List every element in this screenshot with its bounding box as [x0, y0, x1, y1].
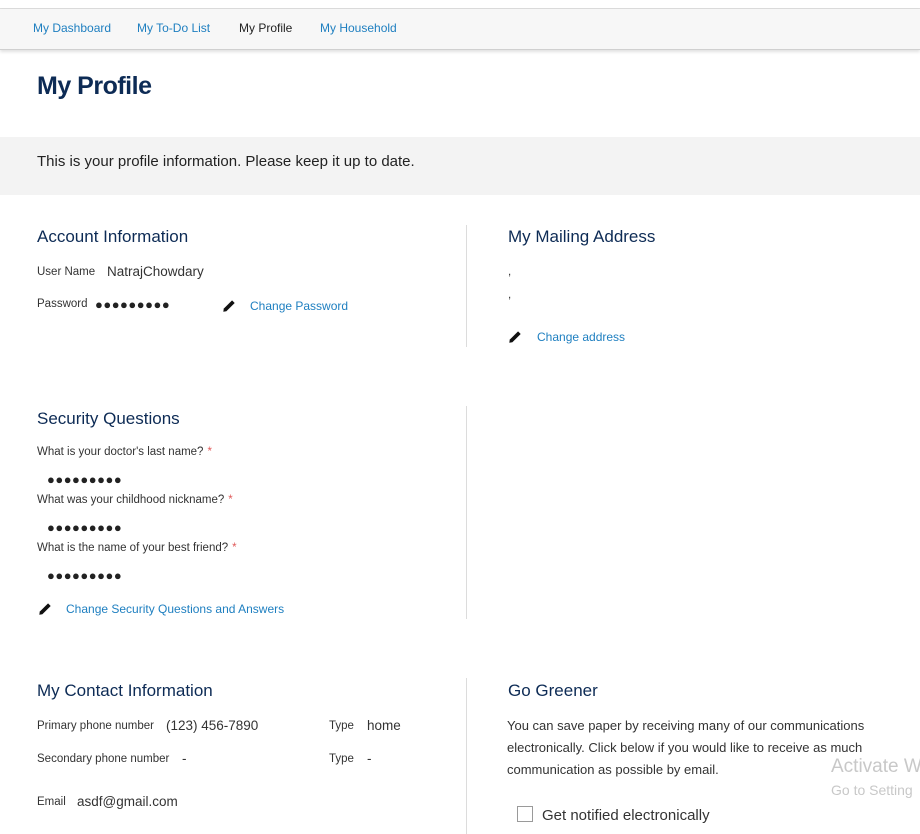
change-address-link[interactable]: Change address — [537, 330, 625, 344]
email-value: asdf@gmail.com — [77, 794, 178, 809]
password-value: ●●●●●●●●● — [95, 297, 171, 312]
notify-electronically-checkbox[interactable] — [517, 806, 533, 822]
top-nav: My Dashboard My To-Do List My Profile My… — [0, 9, 920, 50]
question-text: What was your childhood nickname? — [37, 494, 225, 506]
secondary-phone-label: Secondary phone number — [37, 753, 170, 765]
notify-electronically-label[interactable]: Get notified electronically — [542, 807, 710, 824]
security-answer-1: ●●●●●●●●● — [47, 472, 123, 487]
required-marker: * — [207, 446, 212, 458]
secondary-phone-value: - — [182, 751, 187, 766]
contact-heading: My Contact Information — [37, 681, 213, 700]
username-label: User Name — [37, 266, 96, 278]
required-marker: * — [232, 542, 237, 554]
divider-vertical — [466, 678, 467, 834]
email-label: Email — [37, 796, 66, 808]
nav-my-todo-list[interactable]: My To-Do List — [137, 21, 210, 35]
account-heading: Account Information — [37, 227, 189, 246]
page-title: My Profile — [37, 72, 152, 100]
address-line-2: , — [508, 289, 512, 301]
activation-watermark-sub: Go to Setting — [831, 782, 913, 798]
security-answer-3: ●●●●●●●●● — [47, 568, 123, 583]
divider-vertical — [466, 225, 467, 347]
change-security-link[interactable]: Change Security Questions and Answers — [66, 602, 284, 616]
security-heading: Security Questions — [37, 409, 180, 428]
address-line-1: , — [508, 266, 512, 278]
intro-text: This is your profile information. Please… — [37, 153, 415, 170]
pencil-icon[interactable] — [38, 602, 52, 616]
divider-vertical — [466, 406, 467, 619]
security-question-2: What was your childhood nickname? * — [37, 494, 233, 506]
nav-my-dashboard[interactable]: My Dashboard — [33, 21, 111, 35]
primary-type-label: Type — [329, 720, 354, 732]
question-text: What is your doctor's last name? — [37, 446, 204, 458]
change-password-link[interactable]: Change Password — [250, 299, 348, 313]
question-text: What is the name of your best friend? — [37, 542, 229, 554]
required-marker: * — [228, 494, 233, 506]
intro-band: This is your profile information. Please… — [0, 137, 920, 195]
secondary-type-label: Type — [329, 753, 354, 765]
security-answer-2: ●●●●●●●●● — [47, 520, 123, 535]
primary-phone-value: (123) 456-7890 — [166, 718, 259, 733]
security-question-3: What is the name of your best friend? * — [37, 542, 237, 554]
nav-my-household[interactable]: My Household — [320, 21, 397, 35]
pencil-icon[interactable] — [508, 330, 522, 344]
greener-heading: Go Greener — [508, 681, 598, 700]
username-value: NatrajChowdary — [107, 264, 204, 279]
pencil-icon[interactable] — [222, 299, 236, 313]
mailing-heading: My Mailing Address — [508, 227, 656, 246]
nav-my-profile[interactable]: My Profile — [239, 21, 292, 35]
security-question-1: What is your doctor's last name? * — [37, 446, 212, 458]
primary-phone-label: Primary phone number — [37, 720, 154, 732]
secondary-type-value: - — [367, 751, 372, 766]
primary-type-value: home — [367, 718, 401, 733]
password-label: Password — [37, 298, 88, 310]
activation-watermark: Activate W — [831, 756, 920, 777]
